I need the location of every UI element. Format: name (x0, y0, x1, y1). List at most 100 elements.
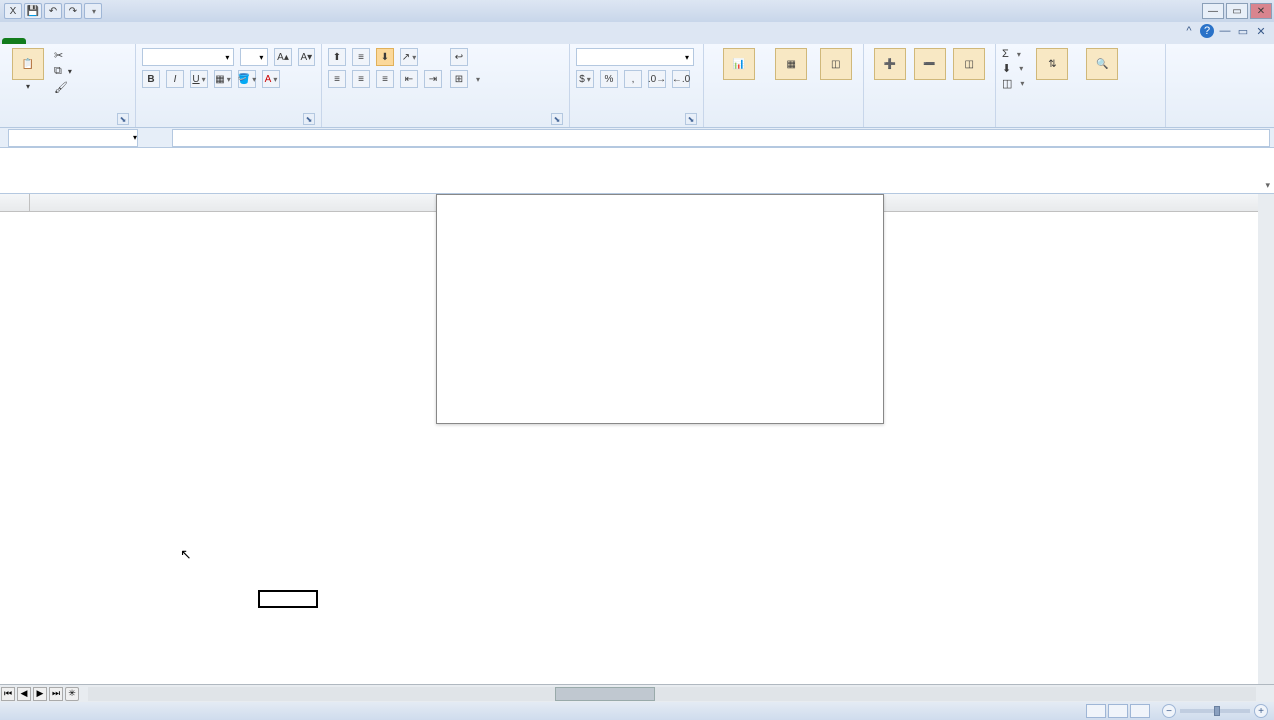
editing-group: Σ ⬇ ◫ ⇅ 🔍 (996, 44, 1166, 127)
undo-icon[interactable]: ↶ (44, 3, 62, 19)
workbook-restore-icon[interactable]: ▭ (1236, 24, 1250, 38)
delete-icon: ➖ (914, 48, 946, 80)
delete-cells-button[interactable]: ➖ (910, 48, 950, 82)
normal-view-icon[interactable] (1086, 704, 1106, 718)
copy-icon: ⧉ (54, 65, 62, 78)
sort-icon: ⇅ (1036, 48, 1068, 80)
shrink-font-icon[interactable]: A▾ (298, 48, 315, 66)
accounting-format-icon[interactable]: $ (576, 70, 594, 88)
align-left-icon[interactable]: ≡ (328, 70, 346, 88)
decrease-decimal-icon[interactable]: ←.0 (672, 70, 690, 88)
status-bar: − + (0, 702, 1274, 720)
select-all-corner[interactable] (0, 194, 30, 211)
italic-button[interactable]: I (166, 70, 184, 88)
save-icon[interactable]: 💾 (24, 3, 42, 19)
clear-button[interactable]: ◫ (1002, 77, 1024, 90)
merge-icon: ⊞ (450, 70, 468, 88)
prev-sheet-icon[interactable]: ◀ (17, 687, 31, 701)
dialog-launcher-icon[interactable]: ⬊ (117, 113, 129, 125)
align-top-icon[interactable]: ⬆ (328, 48, 346, 66)
dialog-launcher-icon[interactable]: ⬊ (685, 113, 697, 125)
ribbon-tabs: ^ ? — ▭ ✕ (0, 22, 1274, 44)
increase-decimal-icon[interactable]: .0→ (648, 70, 666, 88)
next-sheet-icon[interactable]: ▶ (33, 687, 47, 701)
close-button[interactable]: ✕ (1250, 3, 1272, 19)
name-box[interactable]: ▾ (8, 129, 138, 147)
align-center-icon[interactable]: ≡ (352, 70, 370, 88)
cut-button[interactable]: ✂ (54, 49, 72, 62)
align-bottom-icon[interactable]: ⬇ (376, 48, 394, 66)
font-size-select[interactable]: ▾ (240, 48, 268, 66)
underline-button[interactable]: U (190, 70, 208, 88)
comma-format-icon[interactable]: , (624, 70, 642, 88)
ribbon: 📋 ▾ ✂ ⧉▾ 🖌 ⬊ ▾ ▾ A▴ A▾ B I U ▦ (0, 44, 1274, 128)
zoom-thumb[interactable] (1214, 706, 1220, 716)
fill-button[interactable]: ⬇ (1002, 62, 1024, 75)
font-color-button[interactable]: A (262, 70, 280, 88)
horizontal-scrollbar[interactable] (88, 687, 1256, 701)
fill-color-button[interactable]: 🪣 (238, 70, 256, 88)
group-label: ⬊ (576, 123, 697, 125)
cells-group: ➕ ➖ ◫ (864, 44, 996, 127)
insert-cells-button[interactable]: ➕ (870, 48, 910, 82)
maximize-button[interactable]: ▭ (1226, 3, 1248, 19)
copy-button[interactable]: ⧉▾ (54, 65, 72, 78)
grow-font-icon[interactable]: A▴ (274, 48, 291, 66)
cell-styles-button[interactable]: ◫ (814, 48, 857, 82)
collapse-formula-icon[interactable]: ▾ (1265, 180, 1270, 191)
zoom-in-icon[interactable]: + (1254, 704, 1268, 718)
stacked-bar-chart[interactable] (436, 194, 884, 424)
conditional-formatting-button[interactable]: 📊 (710, 48, 768, 82)
sheet-tab-bar: ⏮ ◀ ▶ ⏭ ✳ (0, 684, 1274, 702)
find-select-button[interactable]: 🔍 (1080, 48, 1124, 90)
title-bar: X 💾 ↶ ↷ — ▭ ✕ (0, 0, 1274, 22)
page-break-view-icon[interactable] (1130, 704, 1150, 718)
eraser-icon: ◫ (1002, 77, 1012, 90)
borders-button[interactable]: ▦ (214, 70, 232, 88)
excel-icon[interactable]: X (4, 3, 22, 19)
zoom-out-icon[interactable]: − (1162, 704, 1176, 718)
dialog-launcher-icon[interactable]: ⬊ (551, 113, 563, 125)
insert-icon: ➕ (874, 48, 906, 80)
redo-icon[interactable]: ↷ (64, 3, 82, 19)
formula-bar[interactable] (172, 129, 1270, 147)
merge-center-button[interactable]: ⊞ (450, 70, 480, 88)
paste-button[interactable]: 📋 ▾ (6, 48, 50, 94)
increase-indent-icon[interactable]: ⇥ (424, 70, 442, 88)
spreadsheet-grid[interactable]: ↖ (0, 194, 1274, 686)
align-right-icon[interactable]: ≡ (376, 70, 394, 88)
fill-icon: ⬇ (1002, 62, 1011, 75)
font-name-select[interactable]: ▾ (142, 48, 234, 66)
bold-button[interactable]: B (142, 70, 160, 88)
scissors-icon: ✂ (54, 49, 63, 62)
number-group: ▾ $ % , .0→ ←.0 ⬊ (570, 44, 704, 127)
new-sheet-icon[interactable]: ✳ (65, 687, 79, 701)
format-as-table-button[interactable]: ▦ (770, 48, 813, 82)
zoom-slider[interactable] (1180, 709, 1250, 713)
page-layout-view-icon[interactable] (1108, 704, 1128, 718)
autosum-button[interactable]: Σ (1002, 48, 1024, 60)
brush-icon: 🖌 (54, 81, 68, 94)
workbook-close-icon[interactable]: ✕ (1254, 24, 1268, 38)
qat-customize-icon[interactable] (84, 3, 102, 19)
align-middle-icon[interactable]: ≡ (352, 48, 370, 66)
first-sheet-icon[interactable]: ⏮ (1, 687, 15, 701)
sort-filter-button[interactable]: ⇅ (1030, 48, 1074, 90)
format-painter-button[interactable]: 🖌 (54, 81, 72, 94)
percent-format-icon[interactable]: % (600, 70, 618, 88)
minimize-ribbon-icon[interactable]: ^ (1182, 24, 1196, 38)
minimize-button[interactable]: — (1202, 3, 1224, 19)
clipboard-group: 📋 ▾ ✂ ⧉▾ 🖌 ⬊ (0, 44, 136, 127)
wrap-text-button[interactable]: ↩ (450, 48, 480, 66)
scroll-thumb[interactable] (555, 687, 655, 701)
workbook-minimize-icon[interactable]: — (1218, 24, 1232, 38)
last-sheet-icon[interactable]: ⏭ (49, 687, 63, 701)
styles-icon: ◫ (820, 48, 852, 80)
number-format-select[interactable]: ▾ (576, 48, 694, 66)
dialog-launcher-icon[interactable]: ⬊ (303, 113, 315, 125)
format-cells-button[interactable]: ◫ (949, 48, 989, 82)
sigma-icon: Σ (1002, 48, 1009, 60)
decrease-indent-icon[interactable]: ⇤ (400, 70, 418, 88)
help-icon[interactable]: ? (1200, 24, 1214, 38)
orientation-icon[interactable]: ↗ (400, 48, 418, 66)
